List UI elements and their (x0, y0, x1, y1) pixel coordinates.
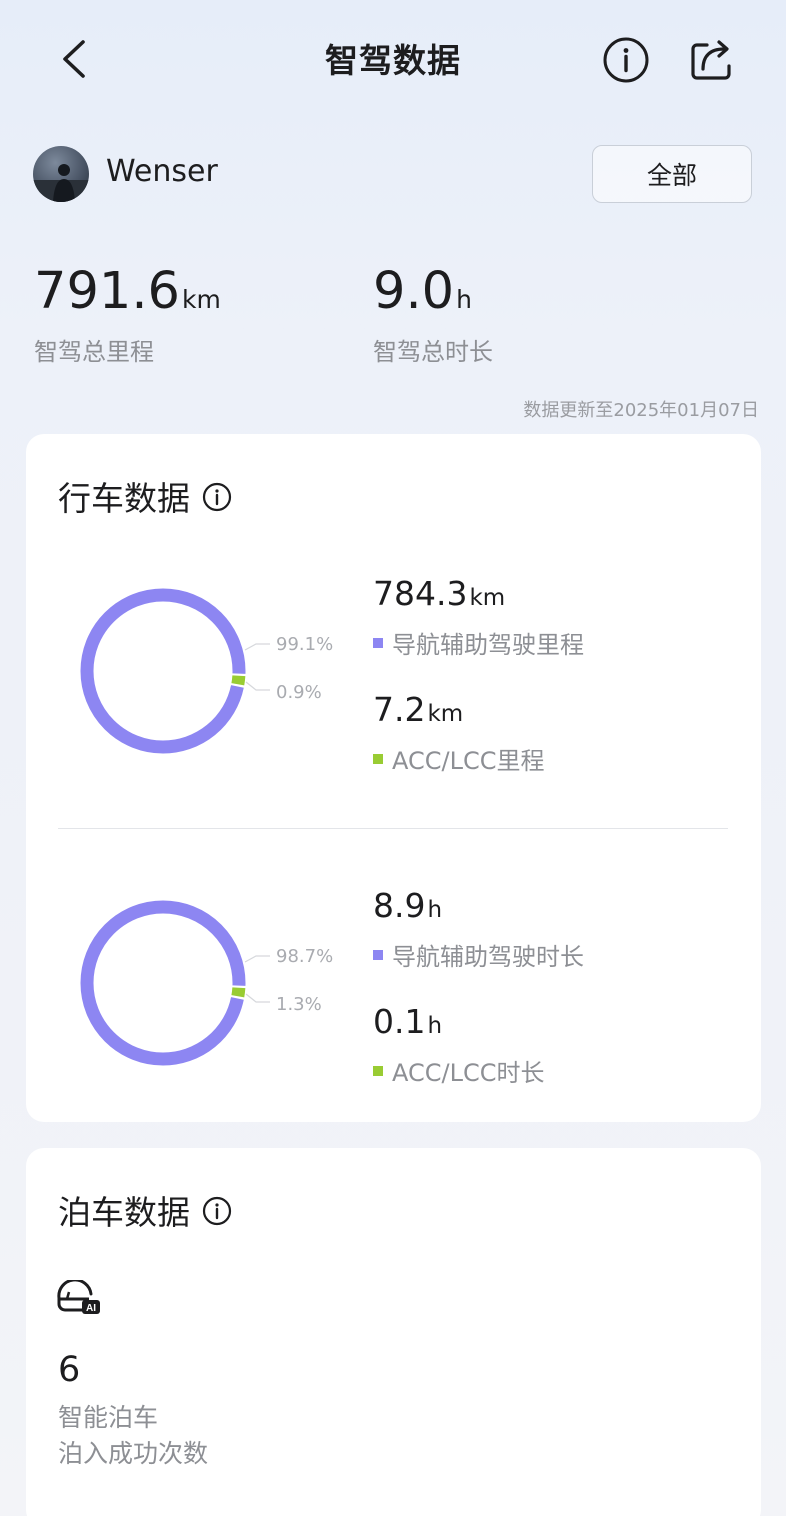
driving-card-title-text: 行车数据 (58, 479, 190, 518)
person-silhouette-icon (33, 164, 89, 202)
driving-card-title: 行车数据 (58, 472, 232, 520)
info-circle-icon (603, 37, 649, 83)
distance-nav-percent: 99.1% (276, 634, 334, 655)
duration-acc-leader-line (245, 993, 270, 1003)
duration-nav-unit: h (427, 897, 443, 923)
duration-donut-chart (80, 900, 270, 1066)
total-duration-value: 9.0 (373, 262, 455, 321)
parking-card-title: 泊车数据 (58, 1186, 232, 1234)
duration-acc-value: 0.1 (373, 1002, 426, 1041)
distance-nav-leader-line (244, 643, 270, 651)
total-duration-unit: h (456, 285, 472, 314)
section-divider (58, 828, 728, 829)
share-icon (691, 40, 731, 80)
distance-nav-value: 784.3 (373, 574, 468, 613)
duration-nav-legend: 导航辅助驾驶时长 (373, 937, 584, 972)
duration-nav-leader-line (244, 955, 270, 963)
parking-label-line2: 泊入成功次数 (58, 1439, 209, 1468)
duration-acc-percent: 1.3% (276, 994, 322, 1015)
distance-nav-unit: km (469, 585, 506, 611)
duration-acc-legend: ACC/LCC时长 (373, 1053, 544, 1088)
total-duration-label: 智驾总时长 (373, 338, 493, 366)
duration-acc-label: ACC/LCC时长 (392, 1059, 545, 1087)
driving-info-icon[interactable] (202, 481, 232, 512)
ai-parking-icon: AI (57, 1280, 100, 1314)
info-circle-icon (202, 1196, 232, 1226)
nav-legend-swatch (373, 949, 383, 960)
total-duration-stat: 9.0h (373, 262, 472, 321)
filter-all-button[interactable]: 全部 (592, 145, 752, 203)
parking-label-line1: 智能泊车 (58, 1403, 159, 1432)
share-button[interactable] (688, 36, 736, 84)
info-circle-icon (202, 482, 232, 512)
distance-acc-percent: 0.9% (276, 682, 322, 703)
duration-nav-metric: 8.9h (373, 886, 442, 925)
svg-text:AI: AI (86, 1303, 96, 1314)
duration-acc-metric: 0.1h (373, 1002, 442, 1041)
distance-donut-chart (80, 588, 270, 754)
acc-legend-swatch (373, 753, 383, 764)
parking-card-title-text: 泊车数据 (58, 1193, 190, 1232)
total-distance-value: 791.6 (34, 262, 181, 321)
acc-legend-swatch (373, 1065, 383, 1076)
avatar (33, 146, 89, 202)
distance-nav-label: 导航辅助驾驶里程 (392, 631, 584, 659)
nav-legend-swatch (373, 637, 383, 648)
distance-nav-metric: 784.3km (373, 574, 505, 613)
distance-acc-value: 7.2 (373, 690, 426, 729)
total-distance-unit: km (182, 285, 221, 314)
update-note: 数据更新至2025年01月07日 (523, 400, 759, 421)
duration-nav-percent: 98.7% (276, 946, 334, 967)
duration-nav-value: 8.9 (373, 886, 426, 925)
distance-acc-metric: 7.2km (373, 690, 463, 729)
distance-acc-legend: ACC/LCC里程 (373, 741, 544, 776)
total-distance-label: 智驾总里程 (34, 338, 154, 366)
distance-acc-leader-line (245, 681, 270, 691)
info-button[interactable] (602, 36, 650, 84)
duration-nav-ring-segment (80, 900, 246, 1066)
distance-nav-legend: 导航辅助驾驶里程 (373, 625, 584, 660)
distance-nav-ring-segment (80, 588, 246, 754)
duration-acc-unit: h (427, 1013, 443, 1039)
page-title: 智驾数据 (325, 41, 461, 80)
distance-acc-label: ACC/LCC里程 (392, 747, 545, 775)
parking-count-value: 6 (58, 1350, 81, 1390)
distance-acc-unit: km (427, 701, 464, 727)
username: Wenser (106, 154, 218, 189)
parking-info-icon[interactable] (202, 1195, 232, 1226)
duration-nav-label: 导航辅助驾驶时长 (392, 943, 584, 971)
total-distance-stat: 791.6km (34, 262, 221, 321)
